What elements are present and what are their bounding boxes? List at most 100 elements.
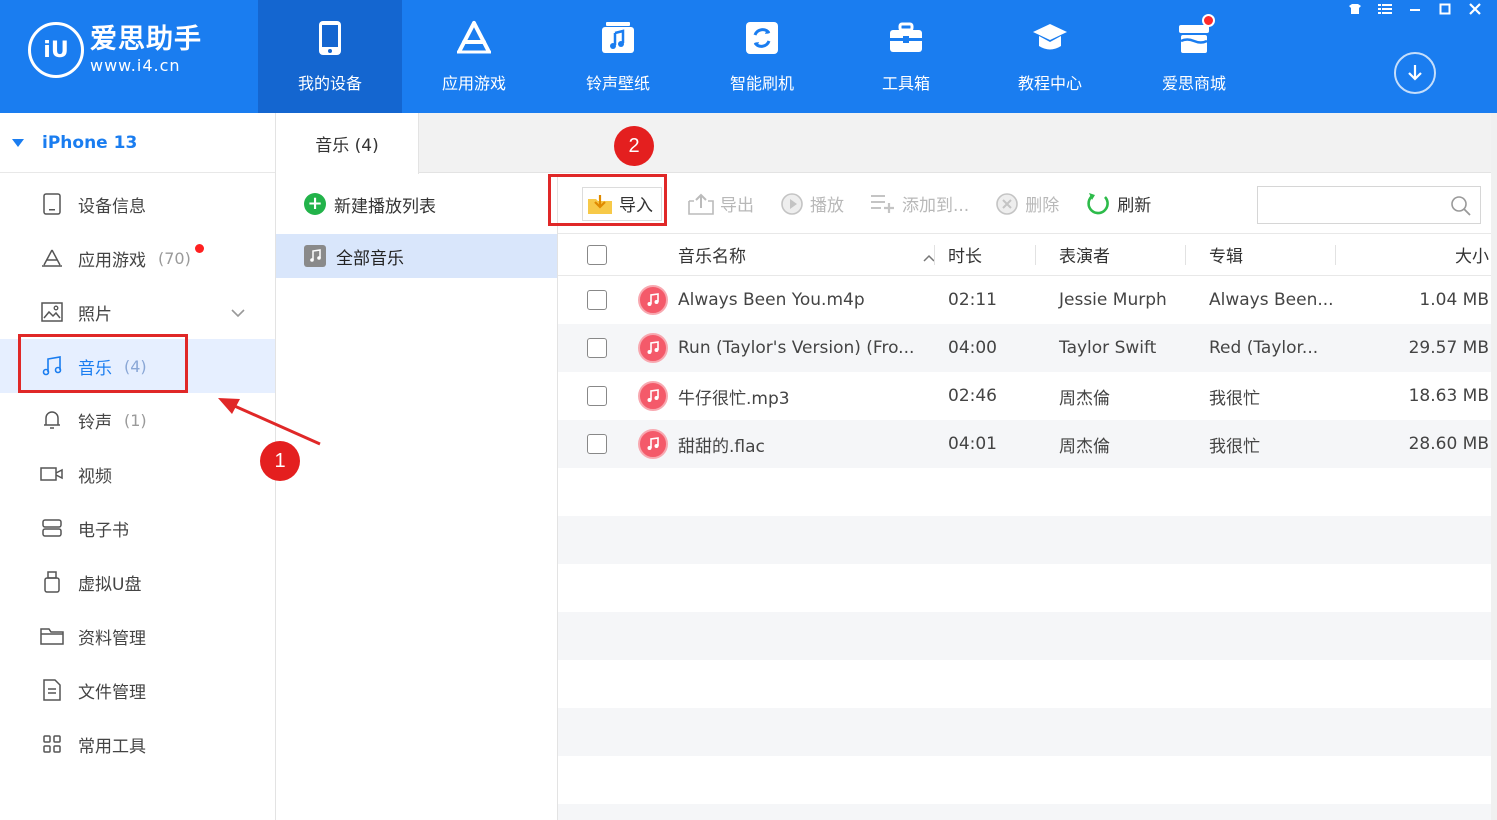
nav-toolbox[interactable]: 工具箱 bbox=[834, 0, 978, 113]
close-icon bbox=[1469, 3, 1481, 15]
logo: iU 爱思助手 www.i4.cn bbox=[28, 22, 202, 78]
empty-row bbox=[558, 660, 1491, 708]
cell-name: Always Been You.m4p bbox=[678, 290, 865, 310]
minimize-button[interactable] bbox=[1401, 0, 1429, 18]
nav-smart-flash[interactable]: 智能刷机 bbox=[690, 0, 834, 113]
header-duration[interactable]: 时长 bbox=[948, 242, 1059, 267]
sidebar-item-file-management[interactable]: 文件管理 bbox=[0, 663, 275, 717]
sidebar-item-label: 照片 bbox=[78, 304, 112, 325]
sidebar-item-videos[interactable]: 视频 bbox=[0, 447, 275, 501]
sidebar-item-apps[interactable]: 应用游戏 (70) bbox=[0, 231, 275, 285]
content-tab-bar bbox=[276, 113, 1497, 173]
menu-button[interactable] bbox=[1371, 0, 1399, 18]
header-size[interactable]: 大小 bbox=[1359, 242, 1491, 267]
nav-my-device[interactable]: 我的设备 bbox=[258, 0, 402, 113]
expand-triangle-icon bbox=[12, 138, 24, 147]
close-button[interactable] bbox=[1461, 0, 1489, 18]
row-checkbox[interactable] bbox=[587, 290, 607, 310]
music-file-icon bbox=[638, 429, 668, 459]
add-to-button[interactable]: 添加到... bbox=[870, 187, 969, 221]
music-file-icon bbox=[638, 285, 668, 315]
cell-duration: 02:11 bbox=[948, 290, 997, 310]
cell-duration: 02:46 bbox=[948, 386, 997, 406]
logo-name: 爱思助手 bbox=[90, 24, 202, 55]
table-row[interactable]: 甜甜的.flac 04:01 周杰倫 我很忙 28.60 MB bbox=[558, 420, 1491, 468]
music-list-icon bbox=[304, 245, 326, 267]
header-album[interactable]: 专辑 bbox=[1209, 242, 1359, 267]
folder-icon bbox=[40, 624, 64, 648]
sidebar-item-virtual-udisk[interactable]: 虚拟U盘 bbox=[0, 555, 275, 609]
search-icon[interactable] bbox=[1450, 195, 1472, 221]
chevron-down-icon[interactable] bbox=[230, 303, 246, 323]
nav-label: 智能刷机 bbox=[729, 74, 794, 93]
highlight-box-music bbox=[18, 334, 188, 393]
cell-artist: Jessie Murph bbox=[1059, 290, 1167, 310]
delete-button[interactable]: 删除 bbox=[995, 187, 1059, 221]
music-file-icon bbox=[638, 333, 668, 363]
nav-apps-games[interactable]: 应用游戏 bbox=[402, 0, 546, 113]
search-input[interactable] bbox=[1258, 187, 1438, 223]
device-selector[interactable]: iPhone 13 bbox=[0, 113, 275, 173]
refresh-button[interactable]: 刷新 bbox=[1085, 187, 1151, 221]
new-playlist-button[interactable]: + 新建播放列表 bbox=[276, 174, 557, 234]
cell-artist: Taylor Swift bbox=[1059, 338, 1157, 358]
cell-size: 28.60 MB bbox=[1408, 434, 1489, 454]
sidebar-item-label: 常用工具 bbox=[78, 736, 146, 757]
download-icon bbox=[1408, 65, 1422, 81]
nav-ringtones-wallpapers[interactable]: 铃声壁纸 bbox=[546, 0, 690, 113]
music-toolbar: 导入 导出 播放 添加到... 删除 刷新 bbox=[558, 174, 1497, 234]
row-checkbox[interactable] bbox=[587, 338, 607, 358]
playlist-all-music[interactable]: 全部音乐 bbox=[276, 234, 557, 278]
plus-icon: + bbox=[304, 193, 326, 215]
table-row[interactable]: Always Been You.m4p 02:11 Jessie Murph A… bbox=[558, 276, 1491, 324]
logo-url: www.i4.cn bbox=[90, 56, 181, 75]
select-all-checkbox[interactable] bbox=[587, 244, 607, 265]
empty-row bbox=[558, 756, 1491, 804]
empty-row bbox=[558, 612, 1491, 660]
header-artist[interactable]: 表演者 bbox=[1059, 242, 1209, 267]
table-row[interactable]: 牛仔很忙.mp3 02:46 周杰倫 我很忙 18.63 MB bbox=[558, 372, 1491, 420]
sidebar-item-common-tools[interactable]: 常用工具 bbox=[0, 717, 275, 771]
skin-button[interactable] bbox=[1341, 0, 1369, 18]
cell-size: 1.04 MB bbox=[1419, 290, 1489, 310]
column-divider bbox=[1185, 245, 1186, 265]
play-button[interactable]: 播放 bbox=[780, 187, 844, 221]
cell-album: Always Been... bbox=[1209, 290, 1334, 310]
row-checkbox[interactable] bbox=[587, 434, 607, 454]
nav-label: 应用游戏 bbox=[441, 74, 506, 93]
store-icon bbox=[1172, 14, 1216, 60]
menu-icon bbox=[1378, 4, 1392, 14]
export-button[interactable]: 导出 bbox=[688, 187, 754, 221]
nav-tutorials[interactable]: 教程中心 bbox=[978, 0, 1122, 113]
sidebar-item-ebooks[interactable]: 电子书 bbox=[0, 501, 275, 555]
vertical-scrollbar[interactable] bbox=[1491, 113, 1497, 820]
header-name[interactable]: 音乐名称 bbox=[638, 242, 948, 267]
logo-mark: iU bbox=[28, 22, 84, 78]
delete-icon bbox=[995, 192, 1019, 216]
cell-album: 我很忙 bbox=[1209, 436, 1260, 457]
nav-store[interactable]: 爱思商城 bbox=[1122, 0, 1266, 113]
music-table: 音乐名称 时长 表演者 专辑 大小 Always Been You.m4p 02… bbox=[558, 234, 1491, 820]
export-icon bbox=[688, 193, 714, 215]
graduation-cap-icon bbox=[1028, 16, 1072, 60]
cell-artist: 周杰倫 bbox=[1059, 436, 1110, 457]
music-file-icon bbox=[638, 381, 668, 411]
sidebar-item-device-info[interactable]: 设备信息 bbox=[0, 177, 275, 231]
sidebar-item-label: 铃声 bbox=[78, 412, 112, 433]
sidebar-item-label: 文件管理 bbox=[78, 682, 146, 703]
download-button[interactable] bbox=[1394, 52, 1436, 94]
sidebar-item-photos[interactable]: 照片 bbox=[0, 285, 275, 339]
left-sidebar: iPhone 13 设备信息 应用游戏 (70) 照片 音乐 (4) 铃声 (1… bbox=[0, 113, 276, 820]
maximize-icon bbox=[1439, 3, 1451, 15]
table-row[interactable]: Run (Taylor's Version) (Fro... 04:00 Tay… bbox=[558, 324, 1491, 372]
tab-music[interactable]: 音乐 (4) bbox=[276, 113, 419, 174]
column-divider bbox=[1035, 245, 1036, 265]
sidebar-item-label: 视频 bbox=[78, 466, 112, 487]
file-icon bbox=[40, 678, 64, 702]
nav-label: 我的设备 bbox=[297, 74, 362, 93]
maximize-button[interactable] bbox=[1431, 0, 1459, 18]
cell-album: Red (Taylor... bbox=[1209, 338, 1319, 358]
photo-icon bbox=[40, 300, 64, 324]
row-checkbox[interactable] bbox=[587, 386, 607, 406]
sidebar-item-data-management[interactable]: 资料管理 bbox=[0, 609, 275, 663]
